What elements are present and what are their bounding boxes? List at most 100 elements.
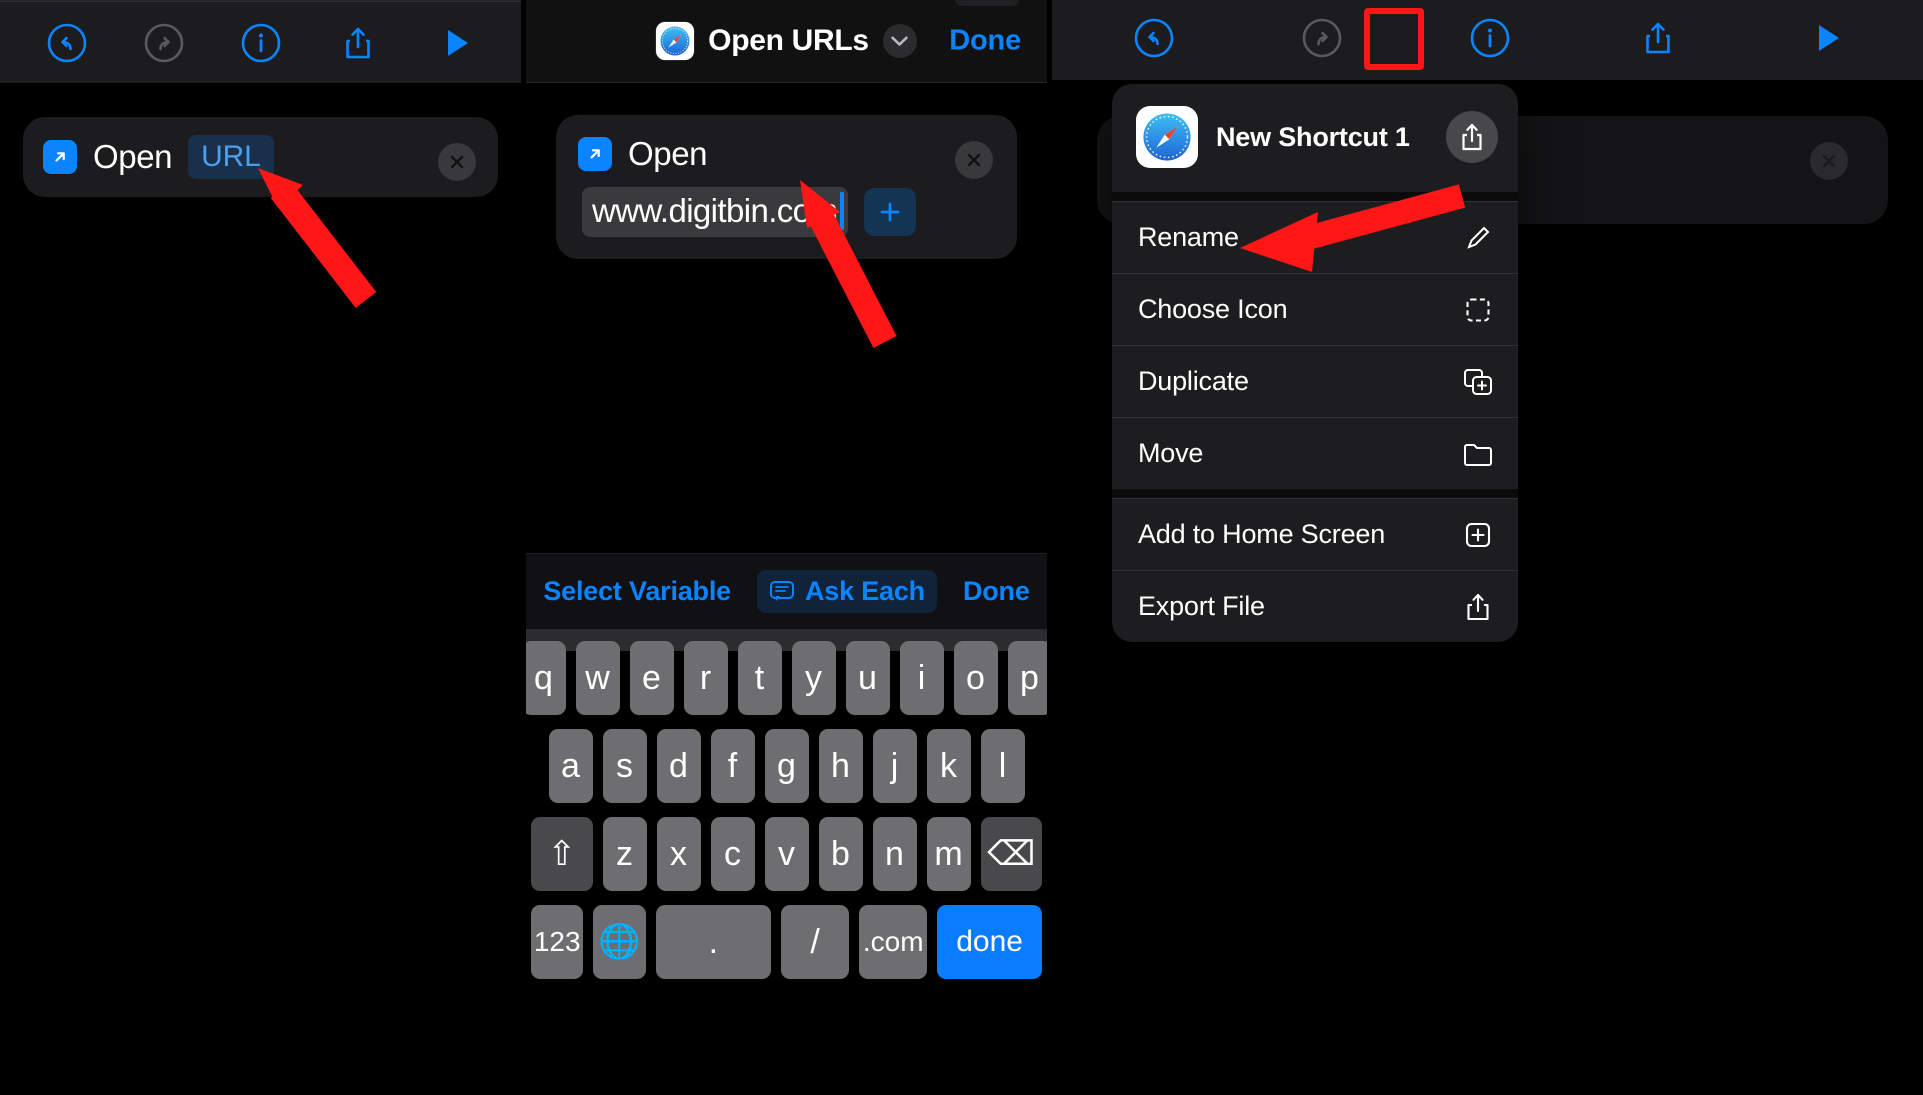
key-a[interactable]: a (548, 729, 593, 803)
screenshot-stage: Open URLs Done Open URL (0, 0, 1923, 1095)
duplicate-plus-icon (1460, 364, 1496, 400)
keyboard-accessory-bar: Select Variable Ask Each Done (526, 553, 1047, 629)
add-variable-button[interactable] (864, 188, 917, 236)
info-icon[interactable] (234, 16, 288, 70)
key-k[interactable]: k (926, 729, 971, 803)
menu-item-duplicate[interactable]: Duplicate (1112, 345, 1518, 417)
menu-item-label: Rename (1138, 222, 1239, 252)
shortcut-context-menu: New Shortcut 1 Rename Choose Icon Duplic… (1112, 84, 1518, 642)
play-icon[interactable] (1799, 11, 1853, 65)
panel-2-navbar: Open URLs Done (526, 0, 1047, 83)
open-url-action-card[interactable]: Open www.digitbin.com (556, 115, 1017, 259)
open-url-icon (43, 140, 77, 174)
key-f[interactable]: f (710, 729, 755, 803)
menu-item-export-file[interactable]: Export File (1112, 570, 1518, 642)
key-[interactable]: . (655, 905, 772, 979)
close-icon (1810, 142, 1848, 180)
status-notch (955, 0, 1019, 6)
redo-icon (1295, 11, 1349, 65)
key-z[interactable]: z (602, 817, 647, 891)
safari-icon (656, 22, 695, 60)
key-done[interactable]: done (937, 905, 1043, 979)
ask-each-label: Ask Each (804, 576, 925, 606)
text-caret (840, 192, 845, 230)
url-input-row: www.digitbin.com (578, 187, 995, 237)
chevron-down-icon[interactable] (882, 24, 917, 58)
info-icon[interactable] (1463, 11, 1517, 65)
key-[interactable]: 🌐 (593, 905, 646, 979)
panel-2-nav-center: Open URLs (656, 22, 917, 60)
key-l[interactable]: l (980, 729, 1025, 803)
key-b[interactable]: b (818, 817, 863, 891)
menu-item-choose-icon[interactable]: Choose Icon (1112, 273, 1518, 345)
chevron-highlight-box (1364, 8, 1424, 70)
open-url-icon (578, 137, 612, 171)
action-verb: Open (628, 135, 708, 172)
key-n[interactable]: n (872, 817, 917, 891)
menu-item-label: Choose Icon (1138, 294, 1288, 324)
menu-item-label: Move (1138, 438, 1204, 468)
open-url-action-card[interactable]: Open URL (23, 117, 498, 197)
done-button[interactable]: Done (949, 25, 1021, 58)
action-row: Open (578, 135, 995, 173)
undo-icon[interactable] (1127, 11, 1181, 65)
folder-icon (1460, 436, 1496, 472)
key-u[interactable]: u (845, 641, 890, 715)
key-com[interactable]: .com (859, 905, 928, 979)
close-icon[interactable] (955, 141, 993, 179)
menu-item-add-to-home-screen[interactable]: Add to Home Screen (1112, 498, 1518, 570)
key-d[interactable]: d (656, 729, 701, 803)
keyboard-row-2: asdfghjkl (531, 729, 1042, 803)
menu-item-label: Export File (1138, 591, 1265, 621)
accessory-done-button[interactable]: Done (963, 576, 1030, 607)
plus-square-icon (1460, 517, 1496, 553)
context-menu-header: New Shortcut 1 (1112, 84, 1518, 192)
menu-item-move[interactable]: Move (1112, 417, 1518, 489)
key-123[interactable]: 123 (531, 905, 584, 979)
key-[interactable]: / (781, 905, 850, 979)
play-icon[interactable] (428, 16, 482, 70)
share-box-icon (1460, 589, 1496, 625)
key-j[interactable]: j (872, 729, 917, 803)
menu-item-rename[interactable]: Rename (1112, 201, 1518, 273)
panel-2: Open URLs Done Open www.digitbin.com Sel… (526, 0, 1047, 1095)
virtual-keyboard: qwertyuiop asdfghjkl ⇧ z x c v b n m ⌫ 123 🌐. / .co… (526, 629, 1047, 979)
close-icon[interactable] (438, 143, 476, 181)
key-t[interactable]: t (737, 641, 782, 715)
shortcut-name-label: New Shortcut 1 (1216, 121, 1410, 152)
key-p[interactable]: p (1007, 641, 1047, 715)
share-icon[interactable] (1631, 11, 1685, 65)
pencil-icon (1460, 220, 1496, 256)
select-variable-button[interactable]: Select Variable (543, 576, 731, 607)
panel-2-title: Open URLs (708, 24, 869, 57)
share-icon[interactable] (331, 16, 385, 70)
key-[interactable]: ⌫ (980, 817, 1042, 891)
url-input[interactable]: www.digitbin.com (582, 187, 849, 237)
key-i[interactable]: i (899, 641, 944, 715)
key-m[interactable]: m (926, 817, 971, 891)
key-r[interactable]: r (683, 641, 728, 715)
key-e[interactable]: e (629, 641, 674, 715)
key-o[interactable]: o (953, 641, 998, 715)
key-q[interactable]: q (526, 641, 566, 715)
key-s[interactable]: s (602, 729, 647, 803)
key-c[interactable]: c (710, 817, 755, 891)
key-h[interactable]: h (818, 729, 863, 803)
key-w[interactable]: w (575, 641, 620, 715)
key-g[interactable]: g (764, 729, 809, 803)
menu-item-label: Duplicate (1138, 366, 1249, 396)
panel-1-toolbar (0, 1, 521, 83)
key-x[interactable]: x (656, 817, 701, 891)
menu-item-label: Add to Home Screen (1138, 519, 1386, 549)
key-v[interactable]: v (764, 817, 809, 891)
dashed-square-icon (1460, 292, 1496, 328)
undo-icon[interactable] (40, 16, 94, 70)
share-icon[interactable] (1446, 111, 1498, 163)
safari-icon (1136, 106, 1198, 168)
key-y[interactable]: y (791, 641, 836, 715)
url-variable-token[interactable]: URL (188, 135, 274, 179)
ask-each-button[interactable]: Ask Each (756, 570, 937, 613)
menu-section-divider (1112, 489, 1518, 498)
key-[interactable]: ⇧ (531, 817, 593, 891)
action-row: Open URL (43, 135, 478, 179)
